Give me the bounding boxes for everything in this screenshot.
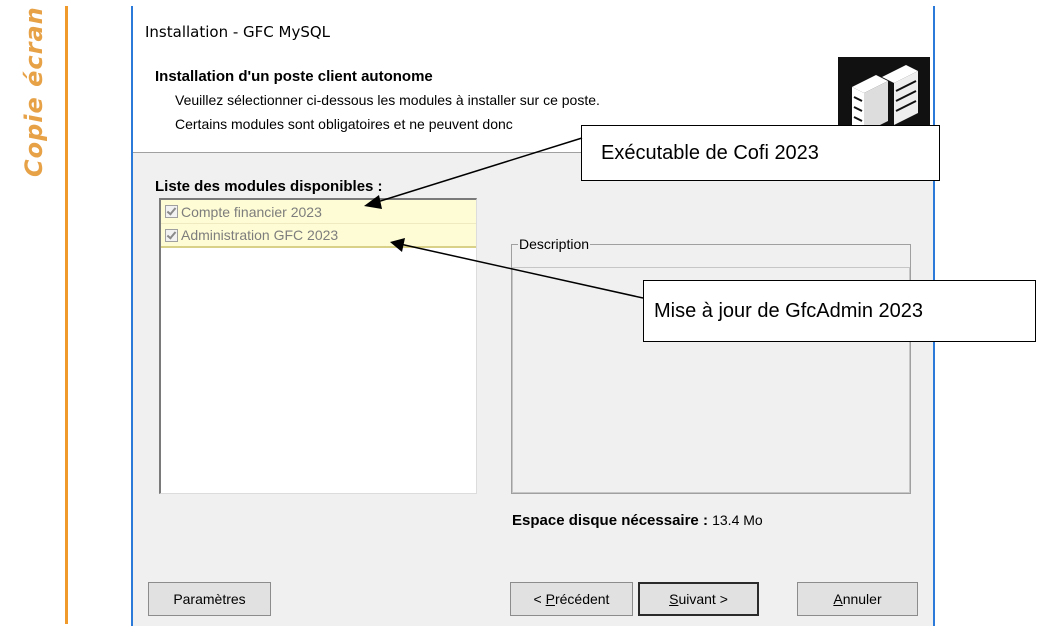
- cancel-button[interactable]: Annuler: [797, 582, 918, 616]
- parametres-button[interactable]: Paramètres: [148, 582, 271, 616]
- orange-divider: [65, 6, 68, 624]
- disk-space-value: 13.4 Mo: [712, 512, 763, 528]
- title-bar: Installation - GFC MySQL: [133, 6, 933, 52]
- module-item-label: Administration GFC 2023: [181, 227, 339, 243]
- module-item-compte-financier[interactable]: Compte financier 2023: [161, 200, 476, 224]
- checkbox-checked-icon[interactable]: [165, 228, 178, 242]
- callout-admin: Mise à jour de GfcAdmin 2023: [643, 280, 1036, 342]
- callout-cofi-text: Exécutable de Cofi 2023: [601, 141, 819, 164]
- previous-button[interactable]: < Précédent: [510, 582, 633, 616]
- window-title: Installation - GFC MySQL: [145, 23, 331, 41]
- header-instruction-2: Certains modules sont obligatoires et ne…: [175, 116, 513, 132]
- callout-admin-text: Mise à jour de GfcAdmin 2023: [654, 299, 924, 322]
- disk-space-label: Espace disque nécessaire :: [512, 512, 708, 529]
- header-title: Installation d'un poste client autonome: [155, 68, 433, 85]
- disk-space-info: Espace disque nécessaire : 13.4 Mo: [512, 512, 763, 529]
- next-button[interactable]: Suivant >: [638, 582, 759, 616]
- next-button-label: Suivant >: [669, 591, 728, 607]
- modules-list-label: Liste des modules disponibles :: [155, 178, 383, 195]
- callout-cofi: Exécutable de Cofi 2023: [581, 125, 940, 181]
- modules-listbox[interactable]: Compte financier 2023 Administration GFC…: [159, 198, 477, 494]
- side-label: Copie écran: [20, 6, 48, 177]
- module-item-label: Compte financier 2023: [181, 203, 322, 220]
- header-instruction-1: Veuillez sélectionner ci-dessous les mod…: [175, 92, 600, 108]
- checkbox-checked-icon[interactable]: [165, 205, 178, 218]
- previous-button-label: < Précédent: [533, 591, 610, 607]
- cancel-button-label: Annuler: [833, 591, 882, 607]
- module-item-administration-gfc[interactable]: Administration GFC 2023: [161, 224, 476, 248]
- parametres-button-label: Paramètres: [173, 591, 246, 607]
- description-legend: Description: [518, 236, 591, 252]
